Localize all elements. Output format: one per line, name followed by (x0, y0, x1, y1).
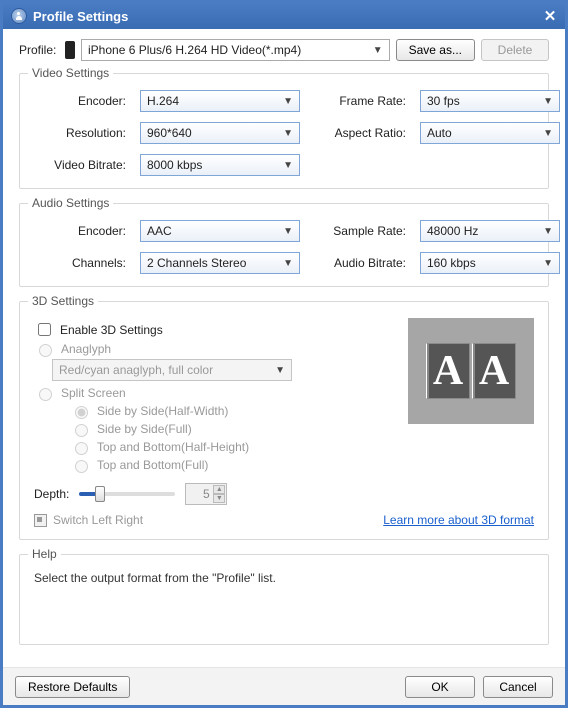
aspect-ratio-label: Aspect Ratio: (314, 126, 406, 140)
tab-half-radio: Top and Bottom(Half-Height) (70, 439, 398, 455)
chevron-down-icon: ▼ (275, 365, 285, 376)
3d-group-label: 3D Settings (28, 294, 98, 308)
restore-defaults-button[interactable]: Restore Defaults (15, 676, 130, 698)
split-screen-radio: Split Screen (34, 385, 398, 401)
chevron-down-icon: ▼ (543, 258, 553, 269)
audio-bitrate-label: Audio Bitrate: (314, 256, 406, 270)
app-icon (11, 8, 27, 24)
profile-select[interactable]: iPhone 6 Plus/6 H.264 HD Video(*.mp4) ▼ (81, 39, 390, 61)
anaglyph-radio: Anaglyph (34, 341, 398, 357)
device-icon (65, 41, 75, 59)
frame-rate-select[interactable]: 30 fps▼ (420, 90, 560, 112)
tab-full-radio: Top and Bottom(Full) (70, 457, 398, 473)
chevron-down-icon: ▼ (543, 128, 553, 139)
chevron-down-icon: ▼ (283, 96, 293, 107)
switch-icon (34, 514, 47, 527)
video-encoder-label: Encoder: (34, 94, 126, 108)
footer: Restore Defaults OK Cancel (3, 667, 565, 705)
ok-button[interactable]: OK (405, 676, 475, 698)
3d-preview: A A (408, 318, 534, 424)
audio-encoder-label: Encoder: (34, 224, 126, 238)
chevron-down-icon: ▼ (283, 160, 293, 171)
enable-3d-checkbox[interactable]: Enable 3D Settings (34, 320, 398, 339)
audio-settings-group: Audio Settings Encoder: AAC▼ Sample Rate… (19, 203, 549, 287)
resolution-label: Resolution: (34, 126, 126, 140)
slider-thumb (95, 486, 105, 502)
3d-settings-group: 3D Settings Enable 3D Settings Anaglyph … (19, 301, 549, 540)
video-settings-group: Video Settings Encoder: H.264▼ Frame Rat… (19, 73, 549, 189)
chevron-down-icon: ▼ (283, 258, 293, 269)
switch-left-right: Switch Left Right (34, 513, 143, 527)
close-button[interactable]: ✕ (539, 7, 561, 25)
video-group-label: Video Settings (28, 66, 113, 80)
cancel-button[interactable]: Cancel (483, 676, 553, 698)
channels-select[interactable]: 2 Channels Stereo▼ (140, 252, 300, 274)
help-group: Help Select the output format from the "… (19, 554, 549, 645)
chevron-down-icon: ▼ (543, 226, 553, 237)
learn-more-link[interactable]: Learn more about 3D format (383, 513, 534, 527)
frame-rate-label: Frame Rate: (314, 94, 406, 108)
titlebar: Profile Settings ✕ (3, 3, 565, 29)
chevron-down-icon: ▼ (283, 128, 293, 139)
depth-slider (79, 484, 175, 504)
audio-bitrate-select[interactable]: 160 kbps▼ (420, 252, 560, 274)
profile-label: Profile: (19, 43, 59, 57)
delete-button: Delete (481, 39, 549, 61)
chevron-down-icon: ▼ (373, 45, 383, 56)
video-bitrate-select[interactable]: 8000 kbps▼ (140, 154, 300, 176)
chevron-down-icon: ▼ (213, 494, 225, 503)
video-bitrate-label: Video Bitrate: (34, 158, 126, 172)
profile-value: iPhone 6 Plus/6 H.264 HD Video(*.mp4) (88, 43, 301, 57)
chevron-down-icon: ▼ (543, 96, 553, 107)
sbs-half-radio: Side by Side(Half-Width) (70, 403, 398, 419)
audio-encoder-select[interactable]: AAC▼ (140, 220, 300, 242)
sample-rate-select[interactable]: 48000 Hz▼ (420, 220, 560, 242)
anaglyph-mode-select: Red/cyan anaglyph, full color▼ (52, 359, 292, 381)
window-title: Profile Settings (33, 9, 128, 24)
help-text: Select the output format from the "Profi… (34, 571, 534, 585)
audio-group-label: Audio Settings (28, 196, 113, 210)
save-as-button[interactable]: Save as... (396, 39, 475, 61)
chevron-down-icon: ▼ (283, 226, 293, 237)
depth-label: Depth: (34, 487, 69, 501)
preview-right: A (472, 343, 516, 399)
channels-label: Channels: (34, 256, 126, 270)
profile-settings-window: Profile Settings ✕ Profile: iPhone 6 Plu… (0, 0, 568, 708)
help-group-label: Help (28, 547, 61, 561)
sample-rate-label: Sample Rate: (314, 224, 406, 238)
aspect-ratio-select[interactable]: Auto▼ (420, 122, 560, 144)
content-area: Profile: iPhone 6 Plus/6 H.264 HD Video(… (3, 29, 565, 667)
resolution-select[interactable]: 960*640▼ (140, 122, 300, 144)
sbs-full-radio: Side by Side(Full) (70, 421, 398, 437)
depth-spinner: 5 ▲▼ (185, 483, 227, 505)
chevron-up-icon: ▲ (213, 485, 225, 494)
preview-left: A (426, 343, 470, 399)
profile-row: Profile: iPhone 6 Plus/6 H.264 HD Video(… (19, 39, 549, 61)
video-encoder-select[interactable]: H.264▼ (140, 90, 300, 112)
